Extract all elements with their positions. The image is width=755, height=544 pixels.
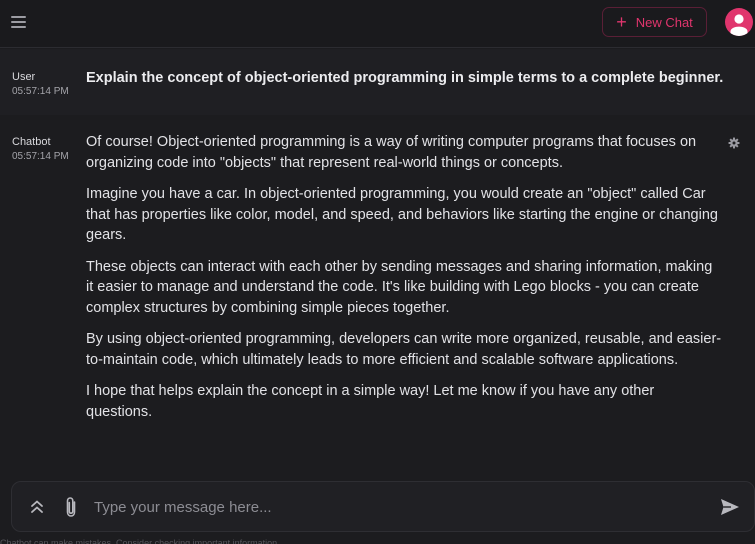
hamburger-menu-icon[interactable] [10, 13, 28, 31]
chevrons-up-icon[interactable] [30, 498, 44, 516]
message-paragraph: I hope that helps explain the concept in… [86, 383, 655, 420]
footer-note: Chatbot can make mistakes. Consider chec… [0, 538, 280, 544]
chatbot-message-body: Of course! Object-oriented programming i… [86, 132, 722, 433]
user-message-text: Explain the concept of object-oriented p… [86, 70, 724, 86]
chat-app: + New Chat User 05:57:14 PM Explain the … [0, 0, 755, 544]
message-time: 05:57:14 PM [12, 86, 69, 97]
new-chat-label: New Chat [635, 14, 693, 30]
user-avatar-icon[interactable] [725, 8, 753, 36]
paper-plane-icon[interactable] [720, 498, 740, 516]
gear-icon[interactable] [728, 136, 740, 149]
message-paragraph: Of course! Object-oriented programming i… [86, 134, 697, 171]
message-paragraph: By using object-oriented programming, de… [86, 331, 722, 368]
chatbot-message: Chatbot 05:57:14 PM Of course! Object-or… [0, 115, 755, 470]
message-paragraph: Imagine you have a car. In object-orient… [86, 186, 718, 243]
message-meta: Chatbot 05:57:14 PM [12, 135, 78, 164]
message-composer [11, 481, 755, 532]
top-bar: + New Chat [0, 0, 755, 48]
new-chat-button[interactable]: + New Chat [602, 7, 707, 37]
message-meta: User 05:57:14 PM [12, 70, 78, 99]
user-message: User 05:57:14 PM Explain the concept of … [0, 49, 755, 115]
message-role: User [12, 71, 36, 83]
paperclip-icon[interactable] [64, 496, 78, 518]
plus-icon: + [616, 12, 627, 32]
message-role: Chatbot [12, 136, 51, 148]
message-time: 05:57:14 PM [12, 151, 69, 162]
message-paragraph: These objects can interact with each oth… [86, 258, 713, 316]
message-input[interactable] [94, 494, 704, 520]
